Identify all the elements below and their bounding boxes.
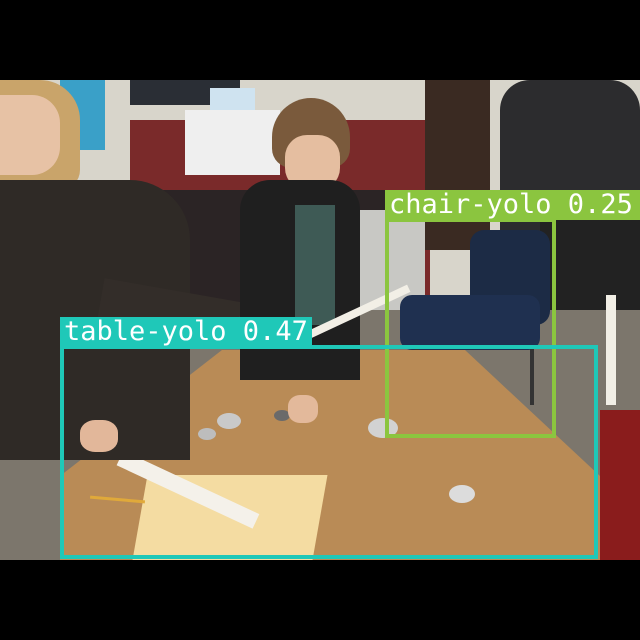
image-canvas: chair-yolo 0.25 table-yolo 0.47 xyxy=(0,0,640,640)
table-yolo-label: table-yolo 0.47 xyxy=(60,317,312,347)
table-yolo-box xyxy=(60,345,598,559)
chair-yolo-label: chair-yolo 0.25 xyxy=(385,190,640,220)
